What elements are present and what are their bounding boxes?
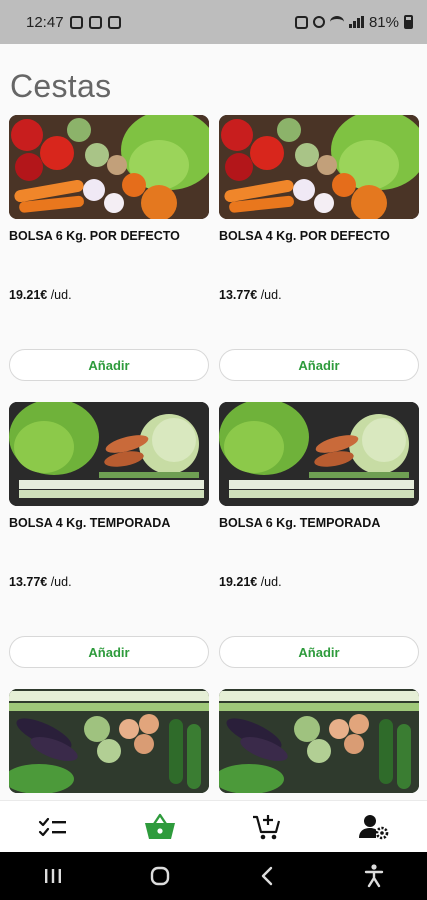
price-unit: /ud. — [257, 288, 282, 302]
nav-orders[interactable] — [0, 801, 107, 852]
product-card[interactable]: BOLSA 6 Kg. POR DEFECTO 19.21€ /ud. Añad… — [9, 115, 209, 385]
accessibility-icon — [364, 864, 383, 888]
home-button[interactable] — [140, 856, 180, 896]
alarm-icon — [294, 15, 308, 29]
back-icon — [261, 866, 273, 886]
product-card[interactable] — [9, 689, 209, 800]
gallery-notification-icon — [107, 15, 121, 29]
user-settings-icon[interactable] — [358, 814, 389, 840]
signal-icon — [348, 16, 364, 28]
wifi-icon — [329, 16, 344, 28]
status-right: 81% — [294, 13, 413, 31]
add-button[interactable]: Añadir — [9, 349, 209, 381]
product-price: 13.77€ /ud. — [9, 575, 72, 589]
vibrate-icon — [312, 16, 325, 28]
product-image[interactable] — [9, 689, 209, 793]
product-price: 13.77€ /ud. — [219, 288, 282, 302]
bottom-navigation — [0, 800, 427, 852]
product-image[interactable] — [219, 402, 419, 506]
product-price: 19.21€ /ud. — [9, 288, 72, 302]
add-button[interactable]: Añadir — [219, 636, 419, 668]
product-name: BOLSA 6 Kg. TEMPORADA — [219, 516, 381, 530]
price-value: 19.21€ — [219, 575, 258, 589]
notification-icon — [69, 15, 83, 29]
accessibility-button[interactable] — [354, 856, 394, 896]
product-image[interactable] — [219, 115, 419, 219]
product-name: BOLSA 4 Kg. TEMPORADA — [9, 516, 171, 530]
price-value: 13.77€ — [9, 575, 48, 589]
product-image[interactable] — [9, 402, 209, 506]
system-navigation-bar — [0, 852, 427, 900]
battery-percent: 81% — [368, 13, 399, 31]
main-content[interactable]: Cestas BOLSA 6 Kg. POR DEFECTO 19.21€ /u… — [0, 44, 427, 800]
product-card[interactable]: BOLSA 4 Kg. TEMPORADA 13.77€ /ud. Añadir — [9, 402, 209, 672]
home-icon — [150, 866, 170, 886]
add-button[interactable]: Añadir — [9, 636, 209, 668]
recent-apps-icon — [45, 869, 62, 883]
product-name: BOLSA 6 Kg. POR DEFECTO — [9, 229, 180, 243]
product-card[interactable]: BOLSA 6 Kg. TEMPORADA 19.21€ /ud. Añadir — [219, 402, 419, 672]
recent-apps-button[interactable] — [33, 856, 73, 896]
product-image[interactable] — [9, 115, 209, 219]
status-left: 12:47 — [26, 14, 121, 31]
status-time: 12:47 — [26, 13, 64, 31]
product-card[interactable]: BOLSA 4 Kg. POR DEFECTO 13.77€ /ud. Añad… — [219, 115, 419, 385]
price-value: 13.77€ — [219, 288, 258, 302]
app-notification-icon — [88, 15, 102, 29]
checklist-icon[interactable] — [38, 816, 68, 838]
back-button[interactable] — [247, 856, 287, 896]
product-card[interactable] — [219, 689, 419, 800]
status-bar: 12:47 81% — [0, 0, 427, 44]
page-title: Cestas — [10, 68, 112, 104]
price-unit: /ud. — [47, 288, 72, 302]
nav-account[interactable] — [320, 801, 427, 852]
add-to-cart-icon[interactable] — [252, 813, 282, 841]
product-name: BOLSA 4 Kg. POR DEFECTO — [219, 229, 390, 243]
basket-icon[interactable] — [144, 813, 176, 841]
product-price: 19.21€ /ud. — [219, 575, 282, 589]
price-value: 19.21€ — [9, 288, 48, 302]
nav-baskets[interactable] — [107, 801, 214, 852]
add-button[interactable]: Añadir — [219, 349, 419, 381]
nav-add-cart[interactable] — [214, 801, 321, 852]
battery-icon — [404, 15, 413, 29]
price-unit: /ud. — [257, 575, 282, 589]
product-image[interactable] — [219, 689, 419, 793]
price-unit: /ud. — [47, 575, 72, 589]
